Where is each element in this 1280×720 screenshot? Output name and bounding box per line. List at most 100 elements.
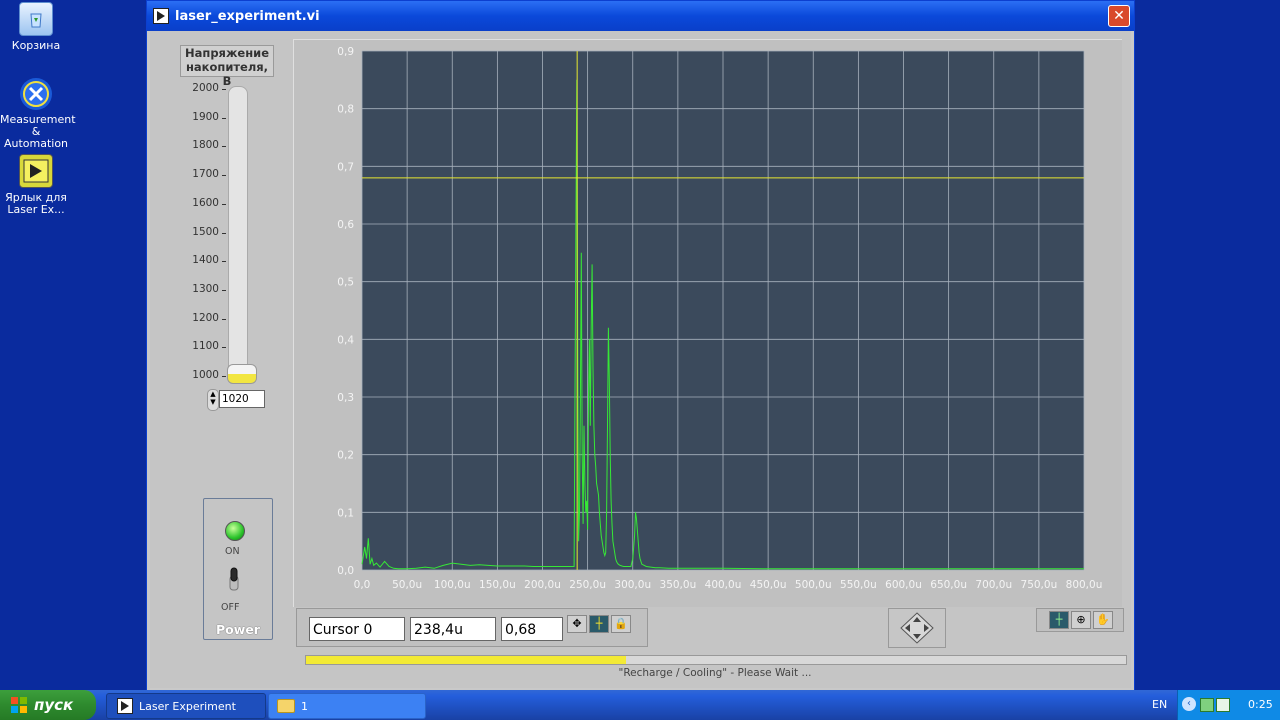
vi-icon — [153, 8, 169, 24]
y-tick-label: 0,7 — [337, 161, 354, 173]
y-tick-label: 0,3 — [337, 392, 354, 404]
voltage-tick-mark — [222, 261, 226, 263]
voltage-tick-mark — [222, 117, 226, 119]
security-icon[interactable] — [1216, 698, 1230, 712]
tray-expand-icon[interactable]: ‹ — [1182, 697, 1196, 711]
voltage-tick-mark — [222, 203, 226, 205]
x-tick-label: 800,0u — [1066, 579, 1103, 591]
window-title: laser_experiment.vi — [175, 8, 320, 24]
y-tick-label: 0,4 — [337, 334, 354, 346]
measurement-automation-icon — [20, 78, 52, 110]
voltage-tick-mark — [222, 146, 226, 148]
desktop-icon-label-line2: & Automation — [3, 125, 69, 150]
voltage-tick-mark — [222, 318, 226, 320]
network-icon[interactable] — [1200, 698, 1214, 712]
x-tick-label: 150,0u — [479, 579, 516, 591]
y-tick-label: 0,8 — [337, 104, 354, 116]
cursor-navigation-pad[interactable] — [888, 608, 946, 648]
y-tick-label: 0,6 — [337, 219, 354, 231]
x-tick-label: 300,0u — [614, 579, 651, 591]
system-tray: ‹ 0:25 — [1177, 690, 1280, 720]
voltage-tick-label: 1900 — [192, 110, 219, 123]
voltage-tick-label: 1700 — [192, 168, 219, 181]
x-tick-label: 50,0u — [392, 579, 422, 591]
front-panel: Напряжение накопителя, В 2000 1900 1800 170… — [150, 31, 1131, 688]
crosshair-tool-icon[interactable]: ┼ — [1049, 611, 1069, 629]
labview-vi-icon — [117, 698, 133, 714]
x-tick-label: 750,0u — [1021, 579, 1058, 591]
close-button[interactable]: ✕ — [1108, 5, 1130, 27]
voltage-tick-mark — [222, 376, 226, 377]
x-tick-label: 200,0u — [524, 579, 561, 591]
folder-icon — [277, 699, 295, 713]
voltage-value-field[interactable]: 1020 — [219, 390, 265, 408]
clock: 0:25 — [1248, 698, 1273, 711]
power-led-indicator — [225, 521, 245, 541]
x-tick-label: 700,0u — [975, 579, 1012, 591]
desktop-icon-laser-shortcut[interactable]: Ярлык для Laser Ex... — [0, 154, 72, 216]
zoom-tool-icon[interactable]: ⊕ — [1071, 611, 1091, 629]
start-button[interactable]: пуск — [0, 690, 96, 720]
x-tick-label: 400,0u — [705, 579, 742, 591]
voltage-slider-thumb[interactable] — [227, 364, 257, 384]
x-tick-label: 550,0u — [840, 579, 877, 591]
y-tick-label: 0,5 — [337, 277, 354, 289]
y-tick-label: 0,2 — [337, 450, 354, 462]
cursor-name-field[interactable]: Cursor 0 — [309, 617, 405, 641]
voltage-tick-mark — [222, 175, 226, 177]
voltage-tick-label: 1200 — [192, 311, 219, 324]
x-tick-label: 650,0u — [930, 579, 967, 591]
x-tick-label: 250,0u — [569, 579, 606, 591]
waveform-graph: 0,0 0,1 0,2 0,3 0,4 0,5 0,6 0,7 0,8 0,9 0,0 50,0u 1… — [293, 39, 1122, 607]
desktop-icon-recycle-bin[interactable]: Корзина — [0, 2, 72, 52]
voltage-tick-label: 1600 — [192, 196, 219, 209]
y-tick-label: 0,1 — [337, 507, 354, 519]
voltage-numeric-control[interactable]: ▲ ▼ 1020 — [207, 389, 265, 411]
y-tick-label: 0,0 — [337, 565, 354, 577]
vi-window: laser_experiment.vi ✕ Напряжение накопит… — [146, 0, 1135, 692]
voltage-slider-track[interactable] — [228, 86, 248, 382]
windows-logo-icon — [10, 696, 28, 714]
waveform-chart[interactable]: 0,0 0,1 0,2 0,3 0,4 0,5 0,6 0,7 0,8 0,9 0,0 50,0u 1… — [294, 40, 1122, 607]
cursor-y-field[interactable]: 0,68 — [501, 617, 563, 641]
taskbar-item-laser-experiment[interactable]: Laser Experiment — [106, 693, 266, 719]
x-tick-label: 350,0u — [660, 579, 697, 591]
graph-palette: ┼ ⊕ ✋ — [1036, 608, 1124, 632]
taskbar-item-label: Laser Experiment — [139, 699, 236, 713]
taskbar-item-folder[interactable]: 1 — [268, 693, 426, 719]
cursor-style-icon[interactable]: ┼ — [589, 615, 609, 633]
cursor-lock-icon[interactable]: 🔒 — [611, 615, 631, 633]
window-titlebar[interactable]: laser_experiment.vi ✕ — [147, 1, 1134, 31]
cursor-legend: Cursor 0 238,4u 0,68 ✥ ┼ 🔒 — [296, 608, 648, 647]
desktop-icon-label-line2: Laser Ex... — [7, 203, 65, 216]
voltage-tick-label: 2000 — [192, 82, 219, 94]
voltage-label: Напряжение накопителя, В — [180, 45, 274, 88]
x-tick-label: 100,0u — [434, 579, 471, 591]
voltage-tick-label: 1000 — [192, 369, 219, 381]
voltage-tick-mark — [222, 232, 226, 234]
power-toggle-switch[interactable] — [224, 567, 244, 591]
x-tick-label: 500,0u — [795, 579, 832, 591]
taskbar: пуск Laser Experiment 1 EN ‹ 0:25 — [0, 690, 1280, 720]
recharge-progress-bar — [305, 655, 1127, 665]
desktop-icon-label: Корзина — [11, 39, 61, 52]
cursor-x-field[interactable]: 238,4u — [410, 617, 496, 641]
start-label: пуск — [34, 696, 74, 714]
power-off-label: OFF — [221, 602, 240, 613]
spin-arrows-icon[interactable]: ▲ ▼ — [207, 389, 219, 411]
status-message: "Recharge / Cooling" - Please Wait ... — [618, 667, 812, 679]
desktop-icon-measurement-automation[interactable]: Measurement & Automation — [0, 78, 76, 150]
taskbar-item-label: 1 — [301, 699, 308, 713]
recycle-bin-icon — [19, 2, 53, 36]
language-indicator[interactable]: EN — [1152, 698, 1167, 711]
power-on-label: ON — [225, 546, 240, 557]
voltage-tick-mark — [222, 89, 226, 90]
voltage-label-line1: Напряжение — [185, 46, 269, 60]
recharge-progress-fill — [306, 656, 626, 664]
voltage-tick-label: 1500 — [192, 225, 219, 238]
cursor-move-icon[interactable]: ✥ — [567, 615, 587, 633]
pan-hand-icon[interactable]: ✋ — [1093, 611, 1113, 629]
x-tick-label: 450,0u — [750, 579, 787, 591]
voltage-tick-label: 1300 — [192, 282, 219, 295]
labview-vi-icon — [19, 154, 53, 188]
